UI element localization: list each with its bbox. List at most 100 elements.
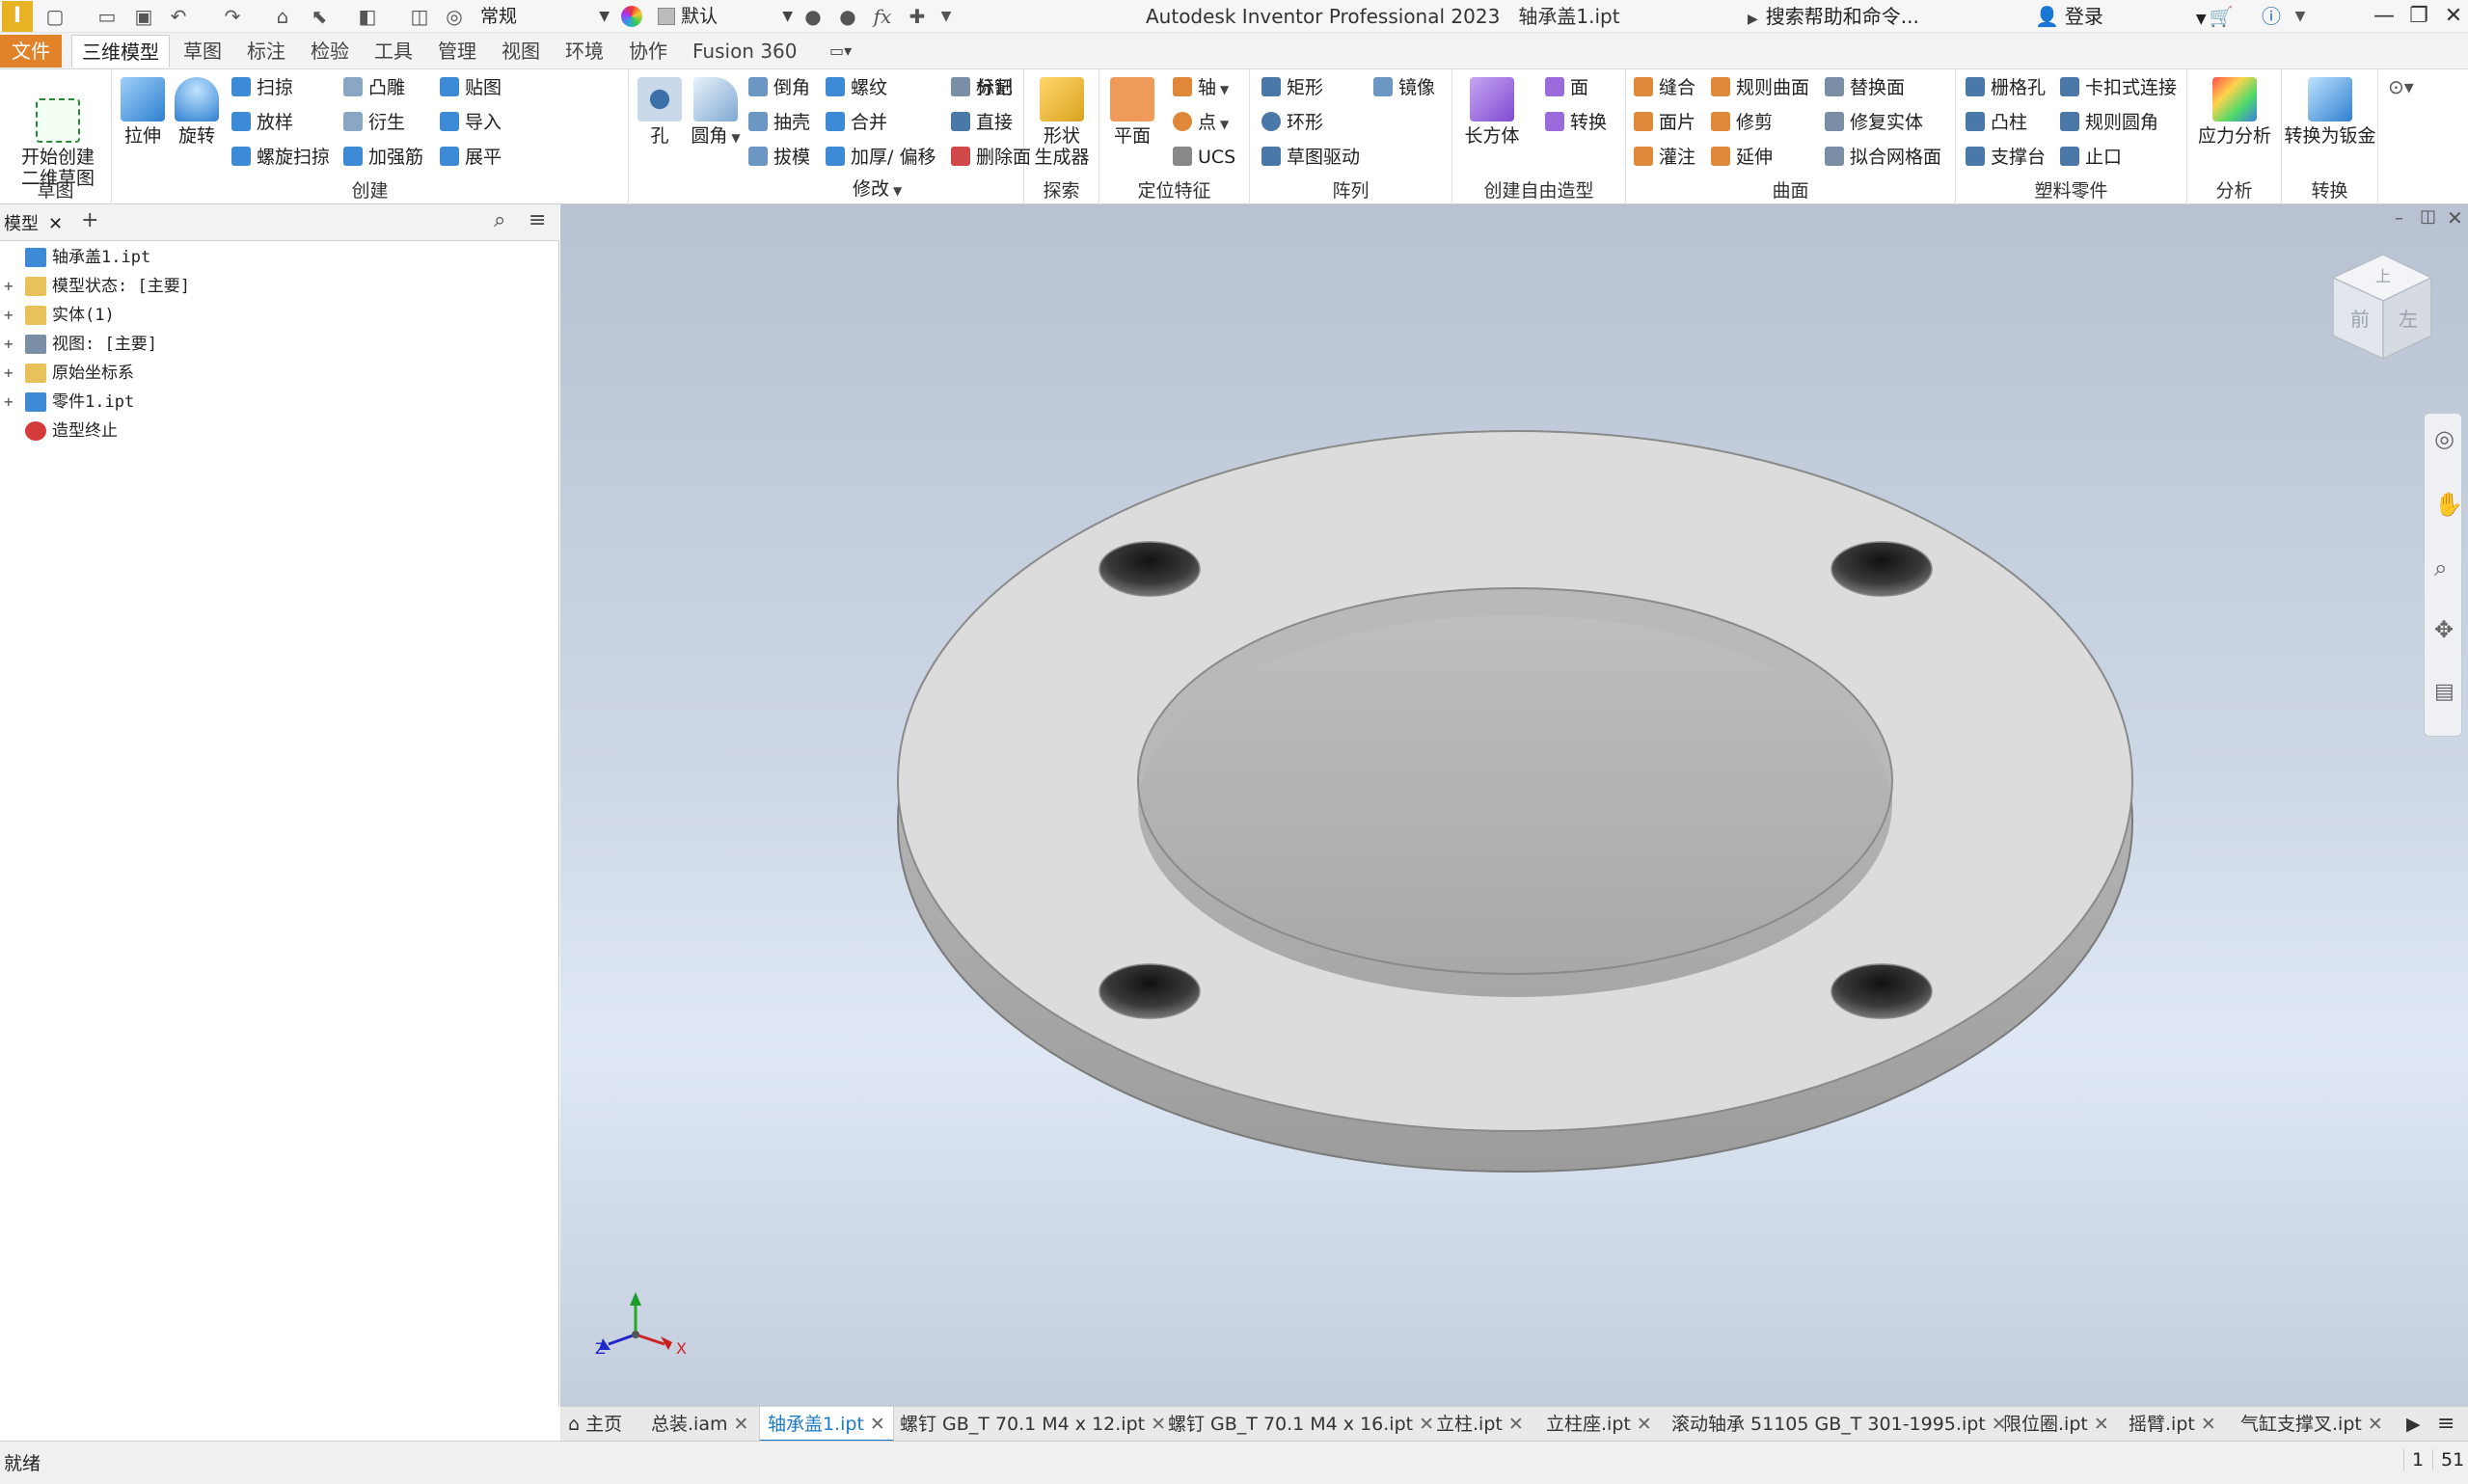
sketch-driven-pattern-button[interactable]: 草图驱动 — [1261, 143, 1360, 172]
color-wheel-icon[interactable] — [621, 6, 642, 27]
extrude-button[interactable]: 拉伸 — [116, 77, 170, 147]
convert-to-sheet-metal-button[interactable]: 转换为钣金 — [2284, 77, 2376, 147]
clear-appearance-icon[interactable]: ● — [835, 4, 860, 29]
doc-tab[interactable]: 气缸支撑叉.ipt ✕ — [2240, 1407, 2383, 1442]
rectangular-pattern-button[interactable]: 矩形 — [1261, 73, 1323, 102]
tab-view[interactable]: 视图 — [492, 35, 550, 67]
close-icon[interactable]: ✕ — [870, 1414, 885, 1435]
thread-button[interactable]: 螺纹 — [826, 73, 887, 102]
circular-pattern-button[interactable]: 环形 — [1261, 108, 1323, 137]
viewport-restore-icon[interactable]: ◫ — [2420, 206, 2436, 227]
close-icon[interactable]: ✕ — [48, 214, 63, 234]
adjust-icon[interactable]: ● — [800, 4, 826, 29]
tab-file[interactable]: 文件 — [0, 35, 62, 67]
draft-button[interactable]: 拔模 — [748, 143, 810, 172]
stress-analysis-button[interactable]: 应力分析 — [2191, 77, 2278, 147]
rule-fillet-button[interactable]: 规则圆角 — [2060, 108, 2158, 137]
save-icon[interactable]: ▣ — [131, 4, 156, 29]
bearing-cover-flange[interactable] — [897, 430, 2133, 1173]
trim-button[interactable]: 修剪 — [1711, 108, 1773, 137]
restore-window-button[interactable]: ❐ — [2400, 2, 2438, 31]
scroll-tabs-right-icon[interactable]: ▶ — [2406, 1407, 2421, 1442]
hole-button[interactable]: 孔 — [633, 77, 687, 147]
close-icon[interactable]: ✕ — [2368, 1414, 2383, 1435]
combine-button[interactable]: 合并 — [826, 108, 887, 137]
bolt-hole[interactable] — [1098, 963, 1201, 1019]
steering-wheel-icon[interactable]: ◎ — [2434, 425, 2454, 452]
lip-button[interactable]: 止口 — [2060, 143, 2122, 172]
snap-fit-button[interactable]: 卡扣式连接 — [2060, 73, 2177, 102]
open-file-icon[interactable]: ▭ — [95, 4, 120, 29]
stitch-button[interactable]: 缝合 — [1634, 73, 1695, 102]
tab-manage[interactable]: 管理 — [428, 35, 486, 67]
viewport-minimize-icon[interactable]: – — [2395, 208, 2403, 229]
undo-icon[interactable]: ↶ — [166, 4, 191, 29]
login-button[interactable]: 👤 登录 ▼ — [2035, 4, 2207, 32]
tabs-menu-icon[interactable]: ≡ — [2437, 1407, 2454, 1442]
grill-button[interactable]: 栅格孔 — [1966, 73, 2046, 102]
patch-button[interactable]: 面片 — [1634, 108, 1695, 137]
doc-tab-active[interactable]: 轴承盖1.ipt ✕ — [759, 1407, 894, 1442]
mirror-button[interactable]: 镜像 — [1373, 73, 1435, 102]
rib-button[interactable]: 加强筋 — [343, 143, 423, 172]
close-window-button[interactable]: ✕ — [2434, 2, 2468, 31]
orbit-icon[interactable]: ✥ — [2434, 616, 2454, 643]
tab-tools[interactable]: 工具 — [365, 35, 422, 67]
close-icon[interactable]: ✕ — [2094, 1414, 2109, 1435]
tab-collaborate[interactable]: 协作 — [619, 35, 677, 67]
doc-tab-home[interactable]: ⌂ 主页 — [568, 1407, 622, 1442]
close-icon[interactable]: ✕ — [2201, 1414, 2216, 1435]
chamfer-button[interactable]: 倒角 — [748, 73, 810, 102]
properties-icon[interactable]: ◫ — [407, 4, 432, 29]
graphics-viewport[interactable]: X Z 上 前 左 – ◫ ✕ ◎ ✋ ⌕ ✥ ▤ — [560, 204, 2468, 1406]
menu-icon[interactable]: ≡ — [529, 208, 546, 232]
boss-button[interactable]: 凸柱 — [1966, 108, 2027, 137]
close-icon[interactable]: ✕ — [1508, 1414, 1524, 1435]
close-icon[interactable]: ✕ — [1637, 1414, 1652, 1435]
new-file-icon[interactable]: ▢ — [42, 4, 68, 29]
tab-sketch[interactable]: 草图 — [174, 35, 231, 67]
axis-button[interactable]: 轴 ▼ — [1173, 73, 1229, 102]
shape-generator-button[interactable]: 形状 生成器 — [1028, 77, 1096, 168]
expand-toggle-icon[interactable]: + — [4, 301, 17, 330]
repair-bodies-button[interactable]: 修复实体 — [1825, 108, 1923, 137]
help-icon[interactable]: ⓘ — [2257, 4, 2286, 29]
fillet-button[interactable]: 圆角 ▼ — [687, 77, 745, 148]
style-combo[interactable]: 常规 ▼ — [480, 4, 613, 29]
decal-button[interactable]: 贴图 — [440, 73, 502, 102]
revolve-button[interactable]: 旋转 — [170, 77, 224, 147]
freeform-box-button[interactable]: 长方体 — [1462, 77, 1522, 147]
tab-inspect[interactable]: 检验 — [301, 35, 359, 67]
doc-tab[interactable]: 摇臂.ipt ✕ — [2129, 1407, 2216, 1442]
expand-toggle-icon[interactable]: + — [4, 272, 17, 301]
doc-tab[interactable]: 立柱座.ipt ✕ — [1546, 1407, 1652, 1442]
select-icon[interactable]: ⬉ — [307, 4, 332, 29]
appearance-sphere-icon[interactable]: ◎ — [442, 4, 467, 29]
ribbon-settings-icon[interactable]: ⊙▾ — [2388, 75, 2414, 98]
cart-icon[interactable]: 🛒 — [2209, 4, 2234, 29]
zoom-icon[interactable]: ⌕ — [2434, 554, 2447, 581]
extend-button[interactable]: 延伸 — [1711, 143, 1773, 172]
help-dropdown-icon[interactable]: ▼ — [2288, 4, 2313, 29]
thicken-offset-button[interactable]: 加厚/ 偏移 — [826, 143, 936, 172]
ribbon-options-icon[interactable]: ▭▾ — [820, 35, 861, 67]
bolt-hole[interactable] — [1831, 541, 1933, 597]
emboss-button[interactable]: 凸雕 — [343, 73, 405, 102]
replace-face-button[interactable]: 替换面 — [1825, 73, 1905, 102]
home-icon[interactable]: ⌂ — [270, 4, 295, 29]
browser-tab-model[interactable]: 模型 ✕ — [4, 210, 63, 235]
tab-fusion-360[interactable]: Fusion 360 — [683, 35, 807, 67]
coil-button[interactable]: 螺旋扫掠 — [231, 143, 330, 172]
rest-button[interactable]: 支撑台 — [1966, 143, 2046, 172]
search-icon[interactable]: ⌕ — [494, 208, 505, 232]
redo-icon[interactable]: ↷ — [220, 4, 245, 29]
bolt-hole[interactable] — [1098, 541, 1201, 597]
view-cube[interactable]: 上 前 左 — [2331, 254, 2433, 361]
tab-environments[interactable]: 环境 — [556, 35, 613, 67]
close-icon[interactable]: ✕ — [1419, 1414, 1434, 1435]
mark-tool-button[interactable]: 标记 — [951, 73, 1013, 102]
loft-button[interactable]: 放样 — [231, 108, 293, 137]
pan-hand-icon[interactable]: ✋ — [2434, 491, 2463, 518]
point-button[interactable]: 点 ▼ — [1173, 108, 1229, 137]
direct-edit-button[interactable]: 直接 — [951, 108, 1013, 137]
